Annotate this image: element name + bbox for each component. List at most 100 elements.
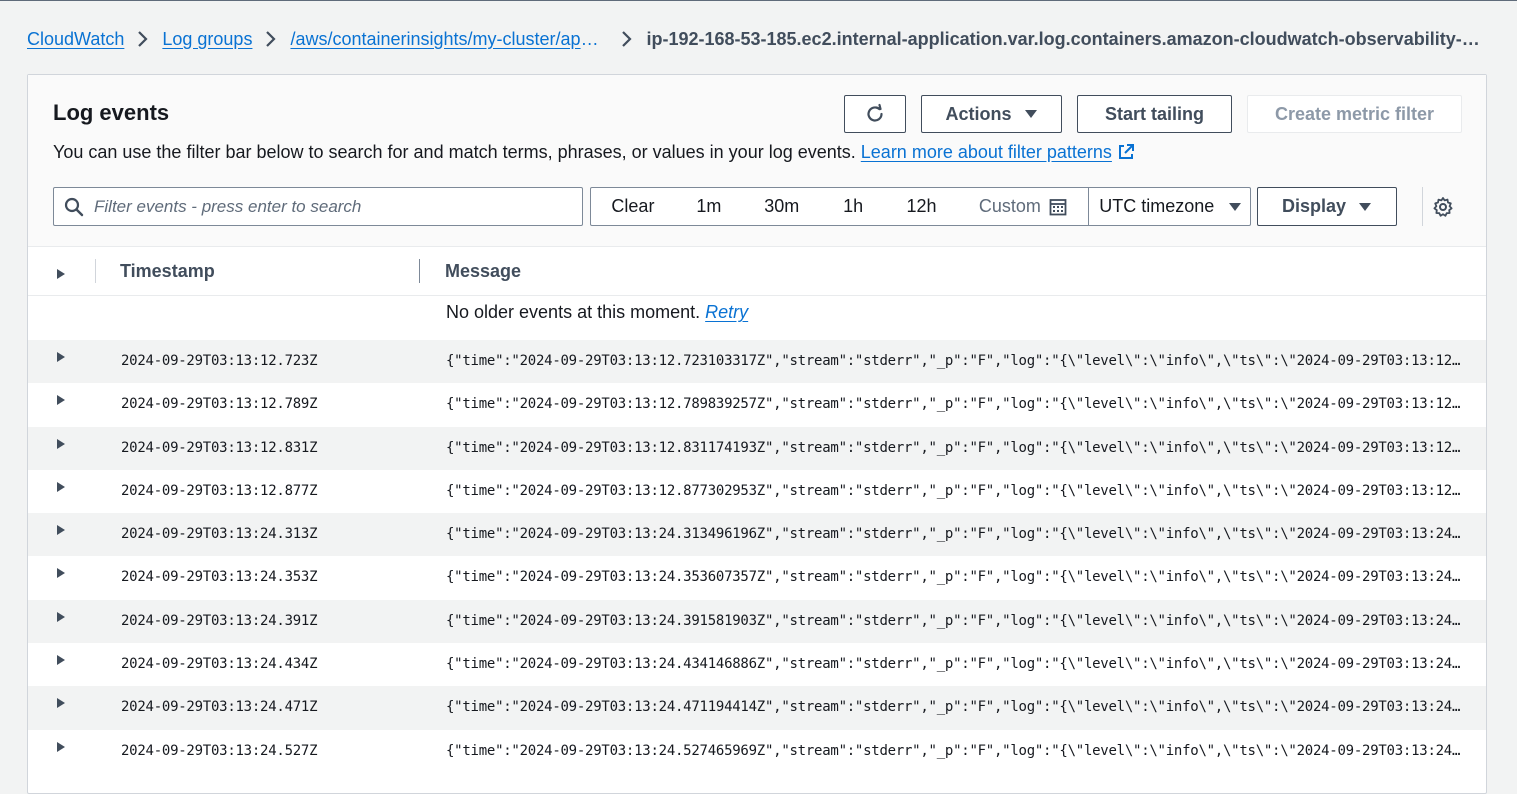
- column-resize-handle[interactable]: [419, 259, 420, 283]
- table-row[interactable]: 2024-09-29T03:13:12.831Z {"time":"2024-09…: [28, 426, 1486, 470]
- row-timestamp: 2024-09-29T03:13:12.877Z: [121, 482, 318, 499]
- time-range-selector: Clear 1m 30m 1h 12h Custom UTC timezone: [590, 187, 1251, 226]
- row-message: {"time":"2024-09-29T03:13:24.434146886Z"…: [446, 656, 1462, 673]
- table-row[interactable]: 2024-09-29T03:13:24.391Z {"time":"2024-09…: [28, 599, 1486, 644]
- expand-row-toggle[interactable]: [56, 654, 66, 670]
- row-timestamp: 2024-09-29T03:13:24.527Z: [121, 742, 318, 759]
- column-header-message[interactable]: Message: [445, 261, 521, 282]
- refresh-icon: [867, 103, 883, 122]
- learn-more-label: Learn more about filter patterns: [860, 142, 1112, 162]
- breadcrumb-log-groups[interactable]: Log groups: [162, 29, 252, 50]
- table-row[interactable]: 2024-09-29T03:13:24.353Z {"time":"2024-09…: [28, 556, 1486, 599]
- timezone-select[interactable]: UTC timezone: [1088, 188, 1250, 225]
- row-message: {"time":"2024-09-29T03:13:12.789839257Z"…: [446, 396, 1462, 413]
- log-events-panel: Log events Actions Start tailing Create …: [27, 74, 1487, 794]
- row-timestamp: 2024-09-29T03:13:24.313Z: [121, 526, 318, 543]
- actions-button[interactable]: Actions: [921, 95, 1062, 133]
- table-row[interactable]: 2024-09-29T03:13:12.877Z {"time":"2024-09…: [28, 470, 1486, 513]
- search-icon: [64, 197, 84, 216]
- expand-row-toggle[interactable]: [56, 394, 66, 410]
- caret-right-icon: [57, 525, 65, 536]
- expand-row-toggle[interactable]: [56, 611, 66, 627]
- display-label: Display: [1281, 196, 1347, 216]
- log-event-rows: 2024-09-29T03:13:12.723Z {"time":"2024-09…: [28, 340, 1486, 773]
- page-title: Log events: [53, 100, 170, 125]
- retry-link[interactable]: Retry: [705, 302, 748, 322]
- row-message: {"time":"2024-09-29T03:13:12.877302953Z"…: [446, 482, 1462, 499]
- range-custom[interactable]: Custom: [957, 188, 1088, 225]
- filter-search-box: [53, 187, 583, 226]
- expand-all-toggle[interactable]: [56, 267, 66, 285]
- timezone-label: UTC timezone: [1099, 196, 1215, 216]
- breadcrumb-log-group[interactable]: /aws/containerinsights/my-cluster/applic…: [290, 29, 608, 50]
- row-message: {"time":"2024-09-29T03:13:24.391581903Z"…: [446, 612, 1462, 629]
- row-timestamp: 2024-09-29T03:13:24.434Z: [121, 656, 318, 673]
- row-message: {"time":"2024-09-29T03:13:24.471194414Z"…: [446, 699, 1462, 716]
- no-older-events-notice: No older events at this moment. Retry: [446, 302, 748, 323]
- start-tailing-button[interactable]: Start tailing: [1077, 95, 1232, 133]
- filter-events-input[interactable]: [92, 195, 562, 218]
- caret-down-icon: [1024, 110, 1037, 118]
- caret-right-icon: [57, 611, 65, 622]
- caret-right-icon: [57, 438, 65, 449]
- display-button[interactable]: Display: [1257, 187, 1397, 226]
- caret-down-icon: [1229, 202, 1242, 211]
- row-message: {"time":"2024-09-29T03:13:24.313496196Z"…: [446, 526, 1462, 543]
- actions-label: Actions: [945, 103, 1012, 124]
- table-row[interactable]: 2024-09-29T03:13:24.313Z {"time":"2024-09…: [28, 513, 1486, 557]
- chevron-right-icon: [613, 30, 641, 48]
- range-12h[interactable]: 12h: [886, 188, 958, 225]
- caret-right-icon: [57, 655, 65, 666]
- expand-row-toggle[interactable]: [56, 567, 66, 583]
- expand-row-toggle[interactable]: [56, 524, 66, 540]
- table-header: Timestamp Message: [28, 247, 1486, 296]
- table-row[interactable]: 2024-09-29T03:13:24.527Z {"time":"2024-09…: [28, 730, 1486, 773]
- caret-right-icon: [57, 269, 65, 279]
- row-timestamp: 2024-09-29T03:13:12.789Z: [121, 396, 318, 413]
- breadcrumb: CloudWatch Log groups /aws/containerinsi…: [27, 26, 1487, 52]
- table-row[interactable]: 2024-09-29T03:13:24.434Z {"time":"2024-09…: [28, 643, 1486, 686]
- range-1m[interactable]: 1m: [675, 188, 743, 225]
- caret-down-icon: [1359, 202, 1372, 211]
- table-row[interactable]: 2024-09-29T03:13:12.723Z {"time":"2024-09…: [28, 340, 1486, 384]
- expand-row-toggle[interactable]: [56, 741, 66, 757]
- refresh-button[interactable]: [844, 95, 906, 133]
- table-row[interactable]: 2024-09-29T03:13:12.789Z {"time":"2024-09…: [28, 383, 1486, 426]
- expand-row-toggle[interactable]: [56, 351, 66, 367]
- row-timestamp: 2024-09-29T03:13:12.831Z: [121, 439, 318, 456]
- caret-right-icon: [57, 698, 65, 709]
- row-timestamp: 2024-09-29T03:13:24.471Z: [121, 699, 318, 716]
- expand-row-toggle[interactable]: [56, 481, 66, 497]
- caret-right-icon: [57, 481, 65, 492]
- calendar-icon: [1049, 198, 1067, 215]
- expand-row-toggle[interactable]: [56, 697, 66, 713]
- range-1h[interactable]: 1h: [821, 188, 886, 225]
- breadcrumb-current-log-stream: ip-192-168-53-185.ec2.internal-applicati…: [646, 28, 1483, 49]
- range-clear[interactable]: Clear: [591, 188, 675, 225]
- row-timestamp: 2024-09-29T03:13:24.391Z: [121, 612, 318, 629]
- create-metric-filter-button[interactable]: Create metric filter: [1247, 95, 1462, 133]
- custom-label: Custom: [978, 196, 1041, 216]
- caret-right-icon: [57, 568, 65, 579]
- row-message: {"time":"2024-09-29T03:13:12.723103317Z"…: [446, 353, 1462, 369]
- caret-right-icon: [57, 352, 65, 362]
- breadcrumb-cloudwatch[interactable]: CloudWatch: [27, 29, 124, 50]
- chevron-right-icon: [257, 30, 285, 48]
- row-message: {"time":"2024-09-29T03:13:12.831174193Z"…: [446, 439, 1462, 456]
- gear-icon: [1433, 196, 1452, 217]
- table-row[interactable]: 2024-09-29T03:13:24.471Z {"time":"2024-09…: [28, 686, 1486, 730]
- chevron-right-icon: [129, 30, 157, 48]
- caret-right-icon: [57, 741, 65, 752]
- expand-row-toggle[interactable]: [56, 438, 66, 454]
- learn-more-link[interactable]: Learn more about filter patterns: [861, 142, 1135, 162]
- description-text: You can use the filter bar below to sear…: [53, 142, 856, 162]
- panel-description: You can use the filter bar below to sear…: [53, 142, 1135, 163]
- caret-right-icon: [57, 395, 65, 406]
- row-timestamp: 2024-09-29T03:13:12.723Z: [121, 353, 318, 369]
- column-header-timestamp[interactable]: Timestamp: [120, 261, 215, 282]
- row-message: {"time":"2024-09-29T03:13:24.353607357Z"…: [446, 569, 1462, 586]
- settings-button[interactable]: [1422, 187, 1462, 226]
- range-30m[interactable]: 30m: [743, 188, 821, 225]
- external-link-icon: [1118, 144, 1134, 159]
- no-older-text: No older events at this moment.: [446, 302, 701, 322]
